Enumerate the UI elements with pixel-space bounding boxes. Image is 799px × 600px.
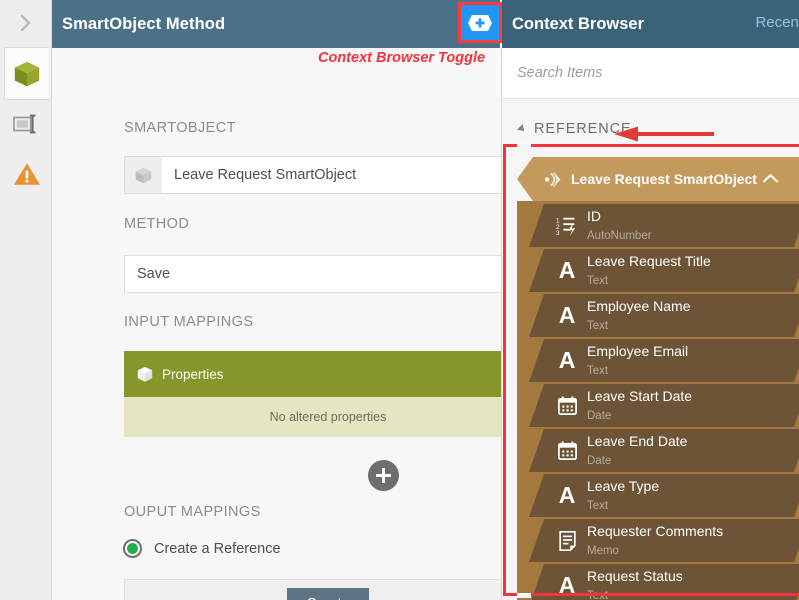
tree-leaf-name: Leave Start Date bbox=[587, 387, 693, 404]
annotation-reference-arrow bbox=[614, 126, 714, 142]
smartobject-method-header: SmartObject Method bbox=[52, 0, 500, 48]
calendar-icon bbox=[557, 395, 578, 416]
app-root: SmartObject Method Context Browser Recen… bbox=[0, 0, 799, 600]
text-icon: A bbox=[550, 257, 584, 284]
text-field-icon bbox=[12, 114, 35, 134]
tree-leaf-item[interactable]: A Request Status Text bbox=[529, 564, 799, 600]
text-icon: A bbox=[550, 572, 584, 599]
tree-leaf-item[interactable]: Requester Comments Memo bbox=[529, 519, 799, 562]
triangle-collapse-icon bbox=[517, 124, 527, 134]
tree-leaf-name: Requester Comments bbox=[587, 522, 724, 539]
method-select-value: Save bbox=[137, 266, 171, 282]
expand-panel-button[interactable] bbox=[0, 0, 52, 46]
tree-node-root-label: Leave Request SmartObject bbox=[571, 171, 757, 187]
tree-leaf-name: Leave Request Title bbox=[587, 252, 711, 269]
properties-card-header[interactable]: Properties bbox=[124, 351, 501, 397]
create-reference-label: Create a Reference bbox=[154, 540, 281, 557]
context-browser-title: Context Browser bbox=[512, 14, 645, 33]
tree-leaf-type: Text bbox=[587, 364, 609, 377]
smartobject-reference-icon bbox=[544, 171, 561, 187]
calendar-icon bbox=[550, 395, 584, 416]
tree-leaf-item[interactable]: Leave Start Date Date bbox=[529, 384, 799, 427]
tree-leaf-type: Date bbox=[587, 409, 612, 422]
memo-icon bbox=[550, 530, 584, 552]
chevron-right-icon bbox=[20, 14, 31, 32]
create-button[interactable]: Create bbox=[287, 587, 369, 600]
svg-text:3: 3 bbox=[556, 230, 560, 237]
calendar-icon bbox=[557, 440, 578, 461]
tree-leaf-name: Employee Email bbox=[587, 342, 689, 359]
warning-triangle-icon bbox=[13, 163, 40, 185]
annotation-notch-top bbox=[517, 142, 531, 147]
chevron-down-icon[interactable] bbox=[495, 269, 501, 280]
method-section-label: METHOD bbox=[124, 216, 190, 232]
search-input[interactable] bbox=[517, 65, 799, 81]
properties-empty-text: No altered properties bbox=[124, 397, 501, 437]
tree-node-root[interactable]: Leave Request SmartObject bbox=[517, 157, 799, 201]
context-browser-header: Context Browser Recent bbox=[502, 0, 799, 48]
context-browser-toggle-button[interactable] bbox=[458, 2, 502, 43]
rail-item-smartobject[interactable] bbox=[4, 47, 49, 100]
memo-icon bbox=[557, 530, 578, 552]
search-bar bbox=[502, 48, 799, 99]
tree-node-children: 1 2 3 ID AutoNumber A Leave Request Title Text A… bbox=[517, 201, 799, 600]
autonumber-icon: 123 bbox=[556, 215, 578, 237]
autonumber-icon: 123 bbox=[550, 215, 584, 237]
calendar-icon bbox=[550, 440, 584, 461]
left-icon-rail bbox=[0, 0, 52, 600]
radio-icon bbox=[123, 539, 142, 558]
output-mappings-label: OUPUT MAPPINGS bbox=[124, 504, 261, 520]
tree-leaf-item[interactable]: A Employee Email Text bbox=[529, 339, 799, 382]
chevron-up-icon[interactable] bbox=[762, 171, 779, 189]
create-reference-radio[interactable]: Create a Reference bbox=[123, 539, 281, 558]
rail-item-text-field[interactable] bbox=[4, 100, 49, 148]
tree-leaf-type: AutoNumber bbox=[587, 229, 652, 242]
tree-leaf-name: Leave End Date bbox=[587, 432, 688, 449]
smartobject-method-form: SMARTOBJECT Leave Request SmartObject ME… bbox=[52, 48, 502, 600]
tree-leaf-type: Memo bbox=[587, 544, 619, 557]
text-icon: A bbox=[558, 257, 576, 283]
method-select[interactable]: Save bbox=[124, 255, 501, 293]
input-mappings-label: INPUT MAPPINGS bbox=[124, 314, 254, 330]
text-icon: A bbox=[558, 302, 576, 328]
tree-leaf-item[interactable]: A Employee Name Text bbox=[529, 294, 799, 337]
tree-leaf-name: ID bbox=[587, 207, 601, 224]
text-icon: A bbox=[550, 302, 584, 329]
text-icon: A bbox=[550, 347, 584, 374]
tree-leaf-type: Text bbox=[587, 319, 609, 332]
add-mapping-button[interactable] bbox=[368, 460, 399, 491]
tree-leaf-type: Text bbox=[587, 499, 609, 512]
page-title: SmartObject Method bbox=[62, 14, 226, 33]
tree-leaf-type: Text bbox=[587, 589, 609, 600]
tree-leaf-item[interactable]: A Leave Request Title Text bbox=[529, 249, 799, 292]
smartobject-section-label: SMARTOBJECT bbox=[124, 120, 236, 136]
tree-leaf-name: Employee Name bbox=[587, 297, 691, 314]
tree-leaf-name: Leave Type bbox=[587, 477, 660, 494]
tree-leaf-type: Date bbox=[587, 454, 612, 467]
smartobject-cube-icon bbox=[14, 61, 40, 86]
context-tree: Leave Request SmartObject 1 2 3 ID AutoNumbe… bbox=[517, 157, 799, 600]
tree-leaf-item[interactable]: 1 2 3 ID AutoNumber bbox=[529, 204, 799, 247]
recent-link[interactable]: Recent bbox=[755, 14, 799, 31]
text-icon: A bbox=[558, 482, 576, 508]
tree-leaf-name: Request Status bbox=[587, 567, 683, 584]
chevron-down-icon[interactable] bbox=[495, 170, 501, 181]
text-icon: A bbox=[550, 482, 584, 509]
tree-leaf-type: Text bbox=[587, 274, 609, 287]
text-icon: A bbox=[558, 347, 576, 373]
rail-item-warnings[interactable] bbox=[4, 150, 49, 198]
create-action-bar: Create bbox=[124, 579, 501, 600]
tree-leaf-item[interactable]: Leave End Date Date bbox=[529, 429, 799, 472]
properties-card: Properties No altered properties bbox=[124, 351, 501, 437]
smartobject-select-value: Leave Request SmartObject bbox=[174, 167, 357, 183]
text-icon: A bbox=[558, 572, 576, 598]
tree-leaf-item[interactable]: A Leave Type Text bbox=[529, 474, 799, 517]
context-browser-toggle-icon bbox=[468, 14, 492, 31]
cube-icon bbox=[137, 366, 153, 382]
properties-card-title: Properties bbox=[162, 366, 224, 382]
smartobject-select[interactable]: Leave Request SmartObject bbox=[124, 156, 501, 194]
cube-icon bbox=[125, 157, 162, 193]
annotation-notch-bottom bbox=[517, 593, 531, 598]
annotation-toggle-caption: Context Browser Toggle bbox=[318, 50, 486, 66]
